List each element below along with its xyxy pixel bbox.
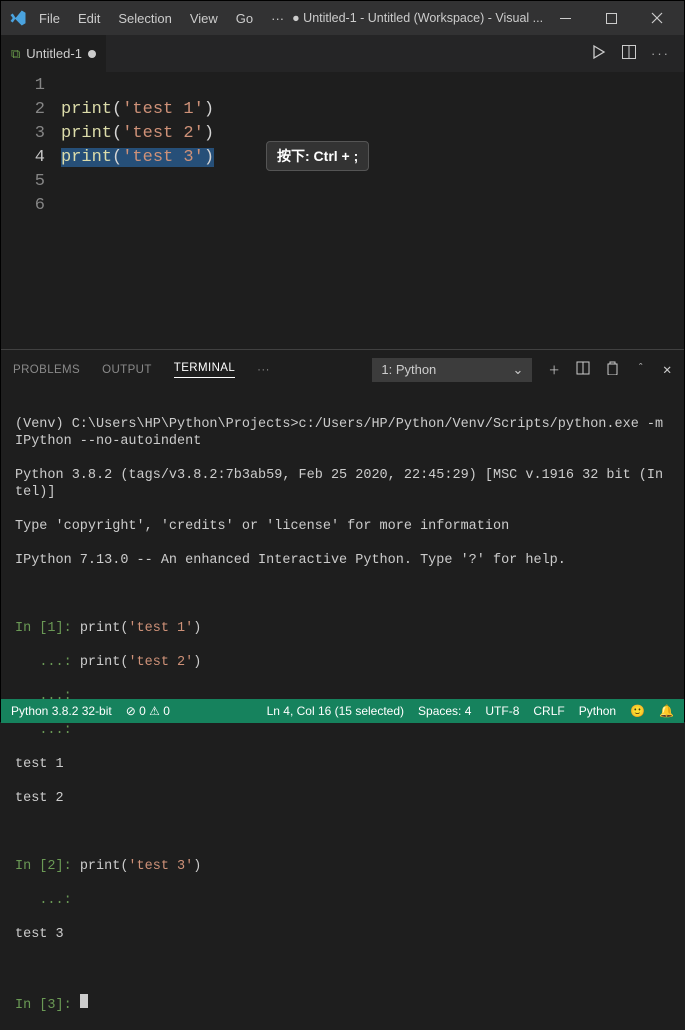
python-file-icon: ⧉ (11, 46, 20, 62)
titlebar: File Edit Selection View Go ··· ● Untitl… (1, 1, 684, 35)
terminal-line: test 3 (15, 926, 670, 943)
menu-edit[interactable]: Edit (70, 7, 108, 30)
minimap[interactable] (634, 73, 684, 349)
status-encoding[interactable]: UTF-8 (485, 704, 519, 718)
gutter: 4 (1, 148, 61, 167)
split-terminal-icon[interactable] (576, 361, 590, 378)
notifications-icon[interactable]: 🔔 (659, 704, 674, 718)
feedback-icon[interactable]: 🙂 (630, 704, 645, 718)
vscode-logo (5, 9, 31, 27)
terminal-line: In [1]: print('test 1') (15, 620, 670, 637)
terminal-line: test 2 (15, 790, 670, 807)
tab-bar: ⧉ Untitled-1 ··· (1, 35, 684, 73)
terminal-line: ...: (15, 892, 670, 909)
maximize-panel-icon[interactable]: ＾ (635, 362, 647, 378)
menu-view[interactable]: View (182, 7, 226, 30)
panel-tab-terminal[interactable]: TERMINAL (174, 362, 235, 378)
gutter: 2 (1, 100, 61, 119)
terminal-cursor (80, 994, 88, 1008)
panel-tab-output[interactable]: OUTPUT (102, 364, 152, 376)
menu-overflow[interactable]: ··· (263, 7, 292, 30)
panel-header: PROBLEMS OUTPUT TERMINAL ··· 1: Python ⌄… (1, 349, 684, 389)
maximize-button[interactable] (588, 1, 634, 35)
status-cursor-position[interactable]: Ln 4, Col 16 (15 selected) (267, 704, 404, 718)
minimize-button[interactable] (542, 1, 588, 35)
chevron-down-icon: ⌄ (512, 362, 523, 378)
terminal-line: In [3]: (15, 994, 670, 1014)
terminal-line: test 1 (15, 756, 670, 773)
code-editor[interactable]: 1 2print('test 1') 3print('test 2') 4pri… (1, 73, 684, 349)
gutter: 6 (1, 196, 61, 215)
editor-tab[interactable]: ⧉ Untitled-1 (1, 35, 106, 73)
menu-bar: File Edit Selection View Go ··· (31, 7, 292, 30)
terminal-line: In [2]: print('test 3') (15, 858, 670, 875)
menu-file[interactable]: File (31, 7, 68, 30)
gutter: 3 (1, 124, 61, 143)
status-python-env[interactable]: Python 3.8.2 32-bit (11, 704, 112, 718)
tab-title: Untitled-1 (26, 46, 82, 61)
kill-terminal-icon[interactable] (606, 361, 619, 378)
window-title: ● Untitled-1 - Untitled (Workspace) - Vi… (292, 11, 542, 25)
terminal-line: (Venv) C:\Users\HP\Python\Projects>c:/Us… (15, 416, 670, 450)
terminal-line: Type 'copyright', 'credits' or 'license'… (15, 518, 670, 535)
split-editor-icon[interactable] (621, 44, 637, 63)
panel-tab-problems[interactable]: PROBLEMS (13, 364, 80, 376)
tab-dirty-indicator (88, 50, 96, 58)
menu-go[interactable]: Go (228, 7, 261, 30)
new-terminal-icon[interactable]: ＋ (548, 362, 560, 378)
panel-tab-more[interactable]: ··· (257, 364, 270, 376)
menu-selection[interactable]: Selection (110, 7, 179, 30)
close-panel-icon[interactable]: ✕ (662, 363, 672, 377)
status-problems[interactable]: ⊘ 0 ⚠ 0 (126, 704, 170, 718)
terminal[interactable]: (Venv) C:\Users\HP\Python\Projects>c:/Us… (1, 389, 684, 699)
terminal-selector[interactable]: 1: Python ⌄ (372, 358, 532, 382)
close-button[interactable] (634, 1, 680, 35)
keybind-tooltip: 按下: Ctrl + ; (266, 141, 369, 171)
status-bar: Python 3.8.2 32-bit ⊘ 0 ⚠ 0 Ln 4, Col 16… (1, 699, 684, 723)
status-indentation[interactable]: Spaces: 4 (418, 704, 471, 718)
gutter: 1 (1, 76, 61, 95)
terminal-line: Python 3.8.2 (tags/v3.8.2:7b3ab59, Feb 2… (15, 467, 670, 501)
status-eol[interactable]: CRLF (533, 704, 564, 718)
gutter: 5 (1, 172, 61, 191)
run-icon[interactable] (591, 44, 607, 63)
terminal-line: IPython 7.13.0 -- An enhanced Interactiv… (15, 552, 670, 569)
more-actions-icon[interactable]: ··· (651, 46, 670, 61)
status-language[interactable]: Python (579, 704, 616, 718)
terminal-line: ...: (15, 722, 670, 739)
terminal-line: ...: print('test 2') (15, 654, 670, 671)
